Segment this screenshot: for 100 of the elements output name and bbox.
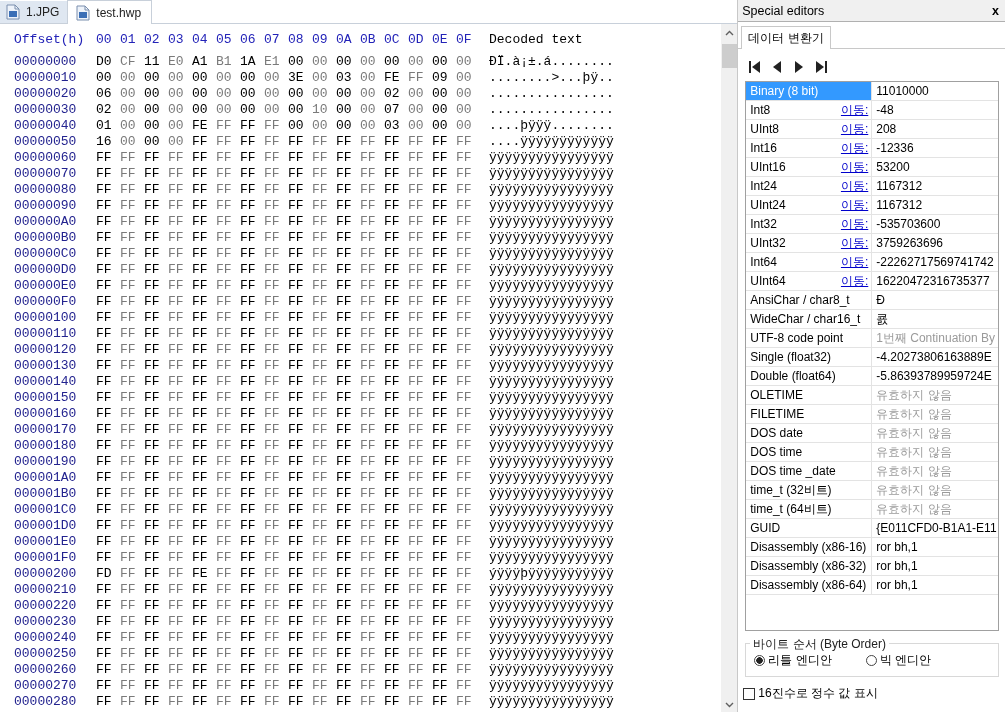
hex-byte[interactable]: FF bbox=[240, 630, 264, 646]
hex-byte[interactable]: FF bbox=[312, 246, 336, 262]
hex-byte[interactable]: FF bbox=[96, 198, 120, 214]
close-button[interactable]: x bbox=[990, 3, 1001, 18]
hex-byte[interactable]: FF bbox=[192, 310, 216, 326]
hex-byte[interactable]: FF bbox=[216, 422, 240, 438]
hex-byte[interactable]: FF bbox=[168, 214, 192, 230]
hex-byte[interactable]: FF bbox=[240, 518, 264, 534]
hex-byte[interactable]: A1 bbox=[192, 54, 216, 70]
hex-byte[interactable]: 00 bbox=[240, 70, 264, 86]
hex-byte[interactable]: FF bbox=[336, 534, 360, 550]
hex-byte[interactable]: FF bbox=[240, 486, 264, 502]
hex-byte[interactable]: FF bbox=[384, 422, 408, 438]
hex-byte[interactable]: FF bbox=[456, 166, 480, 182]
hex-byte[interactable]: FF bbox=[408, 486, 432, 502]
hex-byte[interactable]: FF bbox=[360, 358, 384, 374]
hex-byte[interactable]: FF bbox=[408, 198, 432, 214]
hex-byte[interactable]: FF bbox=[360, 390, 384, 406]
hex-byte[interactable]: FF bbox=[360, 566, 384, 582]
hex-byte[interactable]: FF bbox=[216, 534, 240, 550]
hex-byte[interactable]: 00 bbox=[144, 102, 168, 118]
hex-byte[interactable]: FF bbox=[192, 646, 216, 662]
hex-byte[interactable]: FF bbox=[288, 470, 312, 486]
hex-byte[interactable]: FF bbox=[456, 294, 480, 310]
hex-byte[interactable]: FF bbox=[360, 310, 384, 326]
hex-byte[interactable]: FF bbox=[384, 374, 408, 390]
decoded-text[interactable]: ÿÿÿÿÿÿÿÿÿÿÿÿÿÿÿÿ bbox=[489, 502, 614, 518]
hex-byte[interactable]: FF bbox=[456, 694, 480, 710]
hex-byte[interactable]: FF bbox=[384, 550, 408, 566]
hex-byte[interactable]: FF bbox=[168, 310, 192, 326]
hex-byte[interactable]: FF bbox=[168, 390, 192, 406]
hex-byte[interactable]: FF bbox=[216, 326, 240, 342]
hex-byte[interactable]: 00 bbox=[456, 86, 480, 102]
hex-byte[interactable]: FF bbox=[360, 582, 384, 598]
hex-byte[interactable]: FF bbox=[192, 358, 216, 374]
decoded-text[interactable]: ÿÿÿÿÿÿÿÿÿÿÿÿÿÿÿÿ bbox=[489, 182, 614, 198]
hex-byte[interactable]: FF bbox=[312, 646, 336, 662]
hex-byte[interactable]: FF bbox=[384, 502, 408, 518]
hex-byte[interactable]: FF bbox=[144, 502, 168, 518]
hex-byte[interactable]: FF bbox=[408, 598, 432, 614]
hex-byte[interactable]: FF bbox=[312, 358, 336, 374]
hex-byte[interactable]: 00 bbox=[288, 54, 312, 70]
hex-byte[interactable]: FF bbox=[432, 294, 456, 310]
hex-byte[interactable]: FF bbox=[336, 678, 360, 694]
hex-byte[interactable]: FF bbox=[264, 518, 288, 534]
hex-byte[interactable]: FF bbox=[384, 614, 408, 630]
hex-byte[interactable]: 00 bbox=[264, 86, 288, 102]
hex-byte[interactable]: FF bbox=[96, 438, 120, 454]
hex-byte[interactable]: FF bbox=[168, 646, 192, 662]
hex-byte[interactable]: 00 bbox=[408, 54, 432, 70]
hex-byte[interactable]: FF bbox=[360, 134, 384, 150]
row-label-cell[interactable]: UInt16 이동: bbox=[746, 158, 873, 176]
hex-byte[interactable]: FF bbox=[360, 502, 384, 518]
hex-byte[interactable]: 00 bbox=[336, 86, 360, 102]
hex-byte[interactable]: FF bbox=[168, 262, 192, 278]
hex-byte[interactable]: 00 bbox=[96, 70, 120, 86]
hex-byte[interactable]: FF bbox=[264, 294, 288, 310]
hex-byte[interactable]: FF bbox=[408, 502, 432, 518]
hex-byte[interactable]: FF bbox=[312, 678, 336, 694]
hex-byte[interactable]: FF bbox=[240, 614, 264, 630]
hex-byte[interactable]: 00 bbox=[408, 102, 432, 118]
hex-byte[interactable]: FF bbox=[168, 294, 192, 310]
hex-byte[interactable]: FF bbox=[336, 278, 360, 294]
hex-byte[interactable]: FF bbox=[288, 662, 312, 678]
hex-byte[interactable]: FF bbox=[384, 662, 408, 678]
hex-byte[interactable]: FF bbox=[456, 150, 480, 166]
hex-byte[interactable]: FF bbox=[168, 358, 192, 374]
hex-byte[interactable]: FF bbox=[144, 422, 168, 438]
hex-byte[interactable]: FF bbox=[432, 614, 456, 630]
hex-byte[interactable]: FF bbox=[216, 310, 240, 326]
hex-byte[interactable]: FF bbox=[456, 566, 480, 582]
hex-byte[interactable]: FF bbox=[96, 406, 120, 422]
hex-byte[interactable]: FF bbox=[216, 438, 240, 454]
hex-byte[interactable]: FF bbox=[384, 518, 408, 534]
hex-byte[interactable]: 3E bbox=[288, 70, 312, 86]
row-label-cell[interactable]: UInt64 이동: bbox=[746, 272, 873, 290]
hex-byte[interactable]: 00 bbox=[120, 70, 144, 86]
hex-byte[interactable]: FF bbox=[120, 694, 144, 710]
hex-byte[interactable]: FF bbox=[336, 502, 360, 518]
hex-byte[interactable]: FF bbox=[408, 454, 432, 470]
hex-byte[interactable]: FF bbox=[96, 502, 120, 518]
hex-byte[interactable]: FF bbox=[384, 630, 408, 646]
hex-byte[interactable]: FF bbox=[168, 230, 192, 246]
hex-byte[interactable]: FF bbox=[360, 342, 384, 358]
hex-byte[interactable]: FF bbox=[216, 134, 240, 150]
hex-byte[interactable]: FF bbox=[288, 518, 312, 534]
hex-byte[interactable]: 11 bbox=[144, 54, 168, 70]
row-label-cell[interactable]: Disassembly (x86-16) bbox=[746, 538, 873, 556]
hex-byte[interactable]: FF bbox=[312, 182, 336, 198]
hex-byte[interactable]: FF bbox=[168, 694, 192, 710]
hex-byte[interactable]: FF bbox=[216, 278, 240, 294]
hex-byte[interactable]: FF bbox=[312, 374, 336, 390]
hex-byte[interactable]: FF bbox=[96, 374, 120, 390]
hex-byte[interactable]: FF bbox=[312, 662, 336, 678]
decoded-text[interactable]: ÿÿÿÿÿÿÿÿÿÿÿÿÿÿÿÿ bbox=[489, 422, 614, 438]
hex-byte[interactable]: FF bbox=[264, 598, 288, 614]
hex-byte[interactable]: FF bbox=[144, 662, 168, 678]
decoded-text[interactable]: ýÿÿÿþÿÿÿÿÿÿÿÿÿÿÿ bbox=[489, 566, 614, 582]
hex-byte[interactable]: FF bbox=[408, 694, 432, 710]
hex-byte[interactable]: FF bbox=[240, 438, 264, 454]
